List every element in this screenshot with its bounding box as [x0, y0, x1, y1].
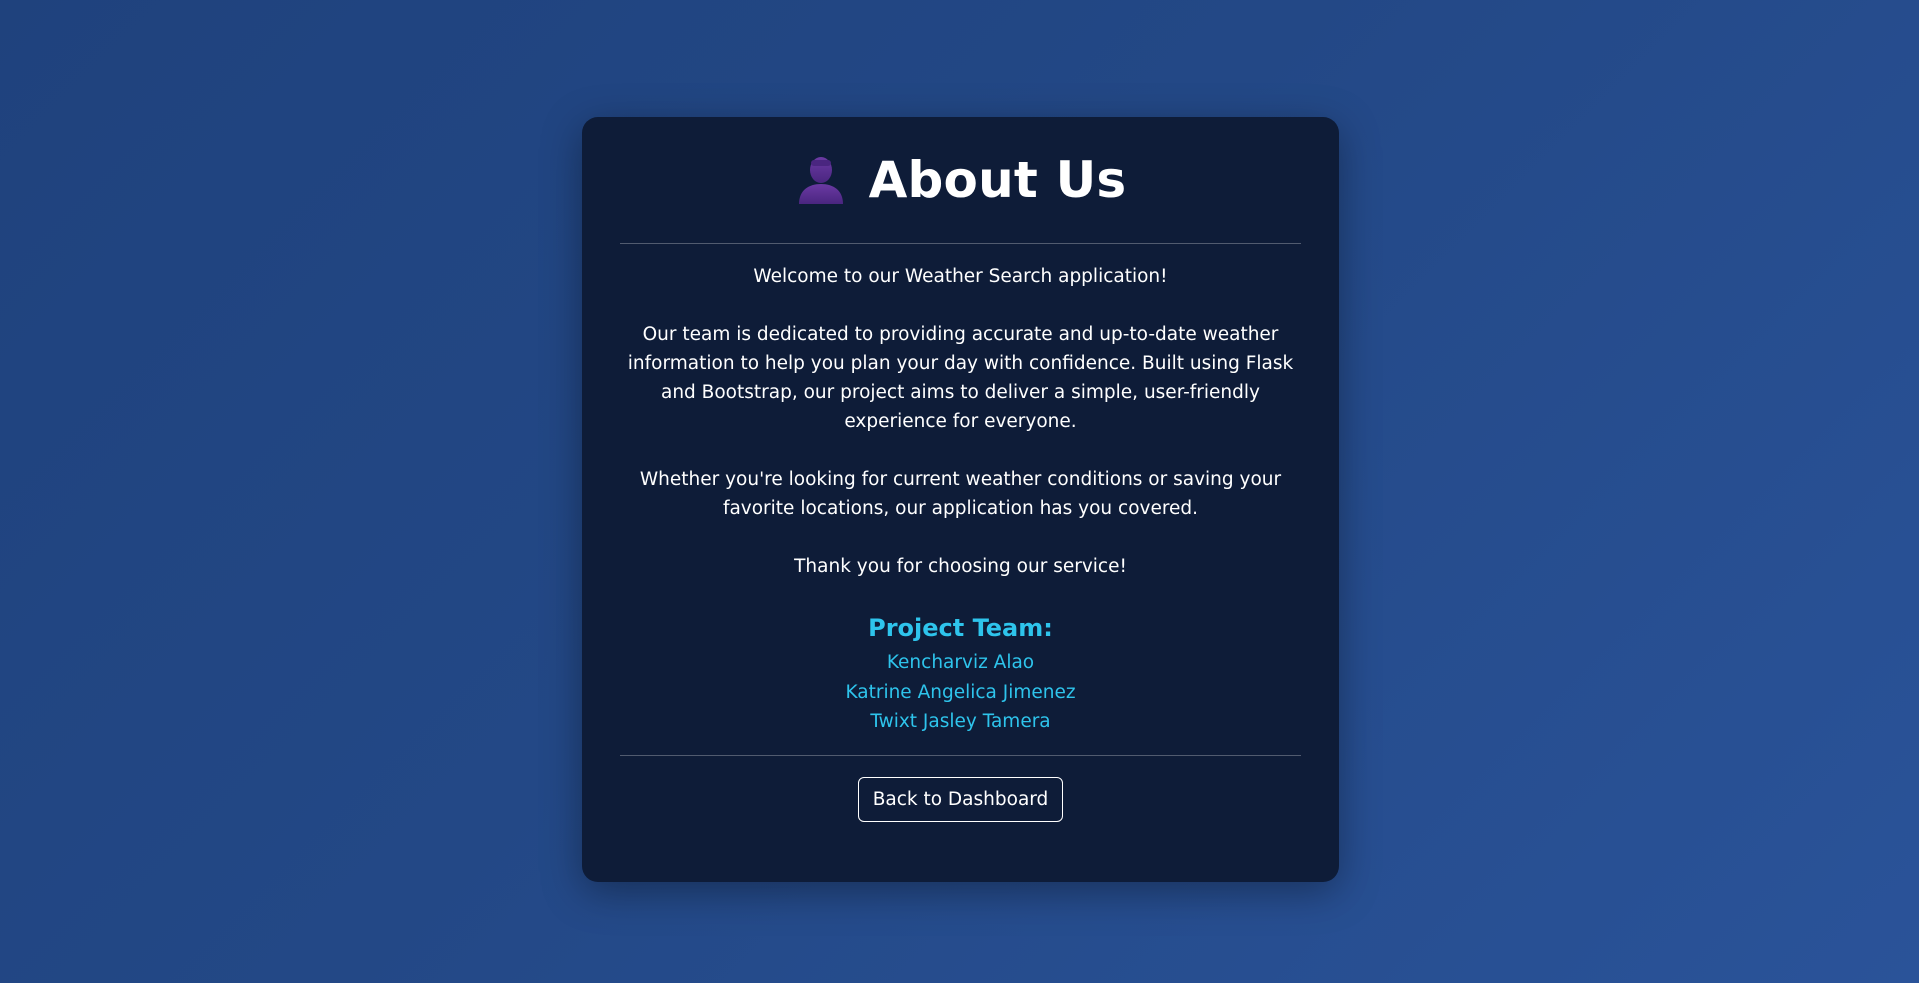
actions: Back to Dashboard [620, 756, 1301, 822]
mission-paragraph: Our team is dedicated to providing accur… [627, 324, 1294, 432]
person-icon [795, 154, 847, 206]
about-card: About Us Welcome to our Weather Search a… [582, 117, 1339, 882]
intro-paragraph: Welcome to our Weather Search applicatio… [753, 266, 1168, 287]
about-content: Welcome to our Weather Search applicatio… [620, 244, 1301, 581]
thanks-paragraph: Thank you for choosing our service! [794, 556, 1127, 577]
team-member: Katrine Angelica Jimenez [845, 681, 1076, 703]
page-title: About Us [868, 151, 1127, 209]
project-team: Project Team: Kencharviz Alao Katrine An… [620, 610, 1301, 737]
header: About Us [620, 117, 1301, 243]
features-paragraph: Whether you're looking for current weath… [639, 469, 1282, 519]
back-to-dashboard-button[interactable]: Back to Dashboard [857, 776, 1064, 822]
team-member: Kencharviz Alao [886, 652, 1035, 673]
team-heading: Project Team: [868, 614, 1053, 642]
team-member: Twixt Jasley Tamera [870, 711, 1051, 732]
page: { "colors": { "background": "#234886", "… [0, 0, 1919, 983]
